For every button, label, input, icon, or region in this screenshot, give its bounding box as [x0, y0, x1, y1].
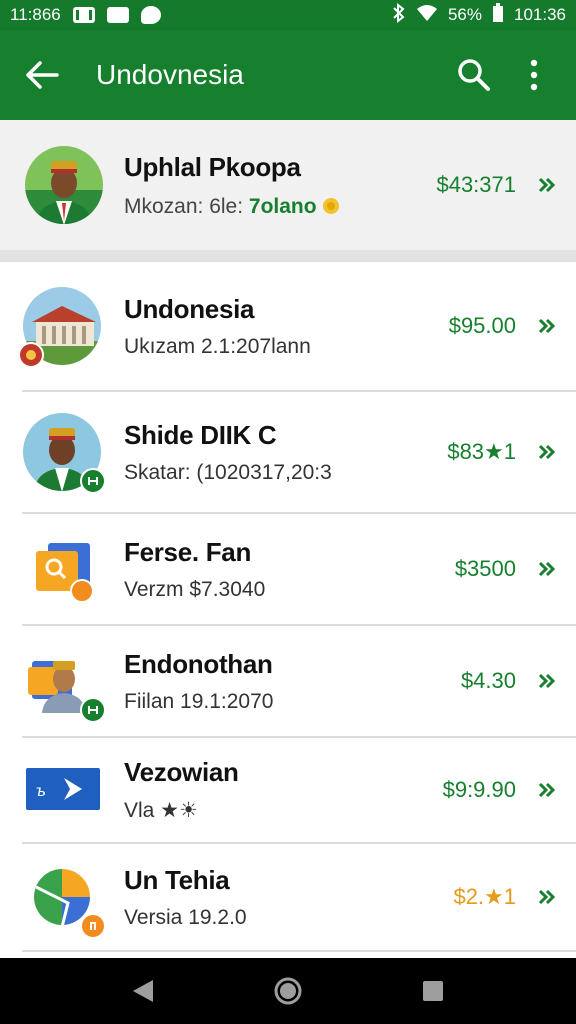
list-item[interactable]: ъ Vezowian Vla ★☀ $9:9.90 [22, 738, 576, 844]
item-price: $4.30 [460, 668, 516, 693]
featured-subtitle: Mkozan: 6le: 7olano [124, 195, 436, 219]
system-nav-bar [0, 958, 576, 1024]
double-chevron-right-icon [538, 318, 556, 334]
svg-text:ъ: ъ [36, 783, 46, 800]
app-badge-icon [80, 468, 106, 494]
flower-badge-icon [18, 342, 44, 368]
search-button[interactable] [444, 45, 504, 105]
nav-back-button[interactable] [118, 966, 168, 1016]
item-thumbnail [22, 412, 106, 494]
double-chevron-right-icon [538, 177, 556, 193]
item-title: Un Tehia [124, 864, 230, 895]
featured-chevron[interactable] [532, 170, 562, 200]
double-chevron-right-icon [538, 444, 556, 460]
app-badge-icon [80, 913, 106, 939]
double-chevron-right-icon [538, 561, 556, 577]
item-thumbnail [22, 857, 106, 939]
item-title: Shide DIIK C [124, 419, 277, 450]
item-price: $83★1 [447, 439, 516, 464]
status-time-left: 11:866 [10, 5, 61, 24]
item-chevron[interactable] [532, 554, 562, 584]
bluetooth-icon [392, 2, 406, 28]
item-title: Vezowian [124, 757, 239, 787]
item-price: $3500 [454, 556, 516, 581]
featured-item[interactable]: Uphlal Pkoopa Mkozan: 6le: 7olano $43:37… [0, 120, 576, 250]
double-chevron-right-icon [538, 673, 556, 689]
item-thumbnail [18, 286, 102, 368]
item-price: $9:9.90 [442, 777, 516, 802]
item-chevron[interactable] [532, 437, 562, 467]
item-price: $2.★1 [453, 884, 516, 909]
page-title: Undovnesia [96, 59, 244, 90]
app-bar: Undovnesia [0, 30, 576, 120]
double-chevron-right-icon [538, 782, 556, 798]
coin-icon [323, 197, 340, 214]
list-item[interactable]: Ferse. Fan Verzm $7.3040 $3500 [22, 514, 576, 626]
wifi-icon [416, 4, 438, 27]
item-subtitle: Versia 19.2.0 [124, 905, 247, 929]
back-button[interactable] [12, 45, 72, 105]
section-divider [0, 250, 576, 262]
app-badge-icon [80, 697, 106, 723]
item-subtitle: Fiilan 19.1:2070 [124, 689, 274, 713]
more-vert-icon [530, 59, 538, 91]
item-subtitle: Skatar: (1020317,20:3 [124, 460, 332, 484]
item-chevron[interactable] [532, 666, 562, 696]
list-item[interactable]: Endonothan Fiilan 19.1:2070 $4.30 [22, 626, 576, 738]
overflow-menu-button[interactable] [504, 45, 564, 105]
item-subtitle: Ukızam 2.1:207lann [124, 334, 311, 358]
battery-percent: 56% [447, 5, 482, 24]
item-thumbnail: ъ [22, 750, 102, 830]
list-item[interactable]: Undonesia Ukızam 2.1:207lann $95.00 [18, 262, 576, 392]
featured-subtitle-accent: 7olano [248, 194, 317, 218]
item-chevron[interactable] [532, 882, 562, 912]
nav-home-icon [274, 977, 302, 1005]
nav-home-button[interactable] [263, 966, 313, 1016]
battery-icon [492, 2, 504, 28]
item-thumbnail [22, 641, 106, 723]
nav-recents-button[interactable] [408, 966, 458, 1016]
status-bar: 11:866 56% 101:36 [0, 0, 576, 30]
item-title: Ferse. Fan [124, 536, 252, 567]
photo-notification-icon [106, 7, 129, 23]
nav-recents-icon [423, 981, 444, 1001]
chat-notification-icon [140, 6, 161, 24]
search-icon [458, 59, 490, 91]
featured-title: Uphlal Pkoopa [124, 151, 301, 182]
item-chevron[interactable] [532, 311, 562, 341]
item-thumbnail [22, 529, 102, 609]
nav-back-icon [132, 980, 153, 1002]
status-time-right: 101:36 [514, 5, 566, 24]
item-price: $95.00 [448, 313, 516, 338]
back-arrow-icon [26, 61, 59, 89]
item-title: Undonesia [124, 293, 255, 324]
screen: 11:866 56% 101:36 Undovnesia Uphlal Pkoo… [0, 0, 576, 1024]
item-subtitle: Verzm $7.3040 [124, 577, 266, 601]
item-subtitle: Vla ★☀ [124, 799, 198, 822]
item-title: Endonothan [124, 648, 273, 679]
avatar [24, 145, 104, 225]
list-item[interactable]: Shide DIIK C Skatar: (1020317,20:3 $83★1 [22, 392, 576, 514]
item-list: Undonesia Ukızam 2.1:207lann $95.00 Shid… [0, 262, 576, 952]
list-item[interactable]: Un Tehia Versia 19.2.0 $2.★1 [22, 844, 576, 952]
gmail-notification-icon [72, 7, 95, 23]
item-chevron[interactable] [532, 775, 562, 805]
double-chevron-right-icon [538, 889, 556, 905]
featured-price: $43:371 [436, 172, 516, 197]
